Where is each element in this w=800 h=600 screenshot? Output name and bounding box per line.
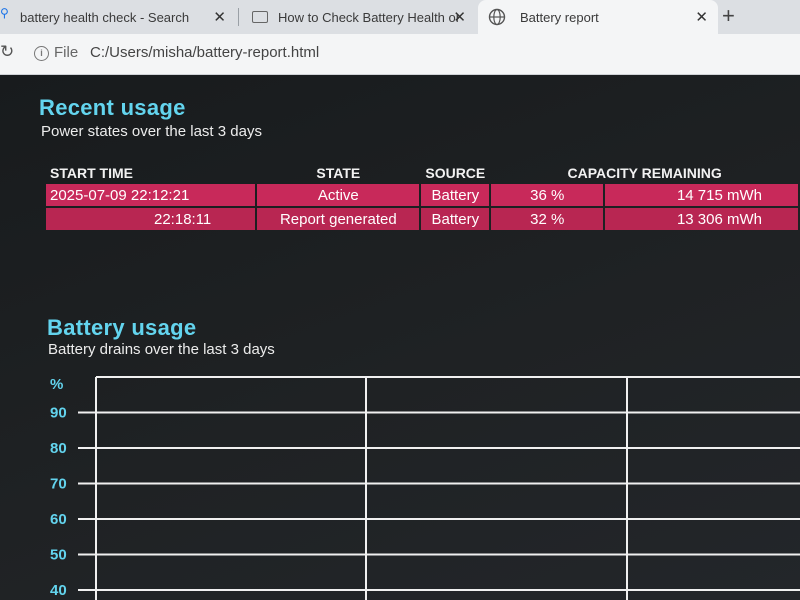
start-time-cell: 22:18:11 [46,208,256,230]
column-header: START TIME [50,165,133,181]
battery-usage-subtitle: Battery drains over the last 3 days [48,341,275,358]
tab-separator [238,8,239,26]
recent-usage-table: START TIME STATE SOURCE CAPACITY REMAINI… [44,162,800,232]
battery-usage-title: Battery usage [47,315,197,340]
tab-strip: ⚲ battery health check - Search ✕ How to… [0,0,800,34]
source-cell: Battery [421,208,490,230]
y-tick-label: 40 [50,582,67,599]
y-tick-label: 60 [50,511,67,528]
new-tab-icon[interactable]: + [722,3,735,29]
battery-usage-chart: % 90 80 70 60 50 40 [50,376,800,600]
address-bar: ↻ i File C:/Users/misha/battery-report.h… [0,34,800,75]
y-tick-label: 50 [50,547,67,564]
close-icon[interactable]: ✕ [453,8,466,26]
tab-title: Battery report [520,9,599,25]
tab-title: battery health check - Search [20,9,190,25]
url-field[interactable]: C:/Users/misha/battery-report.html [90,44,319,61]
table-row: 22:18:11 Report generated Battery 32 % 1… [46,208,798,230]
state-cell: Report generated [257,208,420,230]
info-icon[interactable]: i [34,46,49,61]
state-cell: Active [257,184,420,206]
search-icon: ⚲ [0,6,9,20]
tab-title: How to Check Battery Health on W [278,9,458,25]
scheme-label: File [54,44,79,61]
recent-usage-title: Recent usage [39,95,186,120]
capacity-mwh-cell: 14 715 mWh [605,184,798,206]
page-icon [252,11,268,23]
report-page: Recent usage Power states over the last … [0,75,800,600]
reload-icon[interactable]: ↻ [0,42,14,62]
column-header: CAPACITY REMAINING [567,165,722,181]
table-row: 2025-07-09 22:12:21 Active Battery 36 % … [46,184,798,206]
y-tick-label: 70 [50,476,67,493]
capacity-percent-cell: 32 % [491,208,604,230]
start-time-cell: 2025-07-09 22:12:21 [46,184,256,206]
tab-battery-report[interactable]: Battery report ✕ [478,0,718,34]
y-tick-label: 90 [50,405,67,422]
y-tick-label: 80 [50,440,67,457]
recent-usage-subtitle: Power states over the last 3 days [41,123,262,140]
table-header-row: START TIME STATE SOURCE CAPACITY REMAINI… [46,164,798,182]
capacity-percent-cell: 36 % [491,184,604,206]
globe-icon [488,8,506,26]
close-icon[interactable]: ✕ [213,8,226,26]
column-header: SOURCE [425,165,486,181]
capacity-mwh-cell: 13 306 mWh [605,208,798,230]
y-axis-label: % [50,376,63,393]
close-icon[interactable]: ✕ [695,8,708,26]
source-cell: Battery [421,184,490,206]
tab-search[interactable]: ⚲ battery health check - Search ✕ [0,0,236,34]
tab-battery-guide[interactable]: How to Check Battery Health on W ✕ [240,0,476,34]
column-header: STATE [316,165,361,181]
